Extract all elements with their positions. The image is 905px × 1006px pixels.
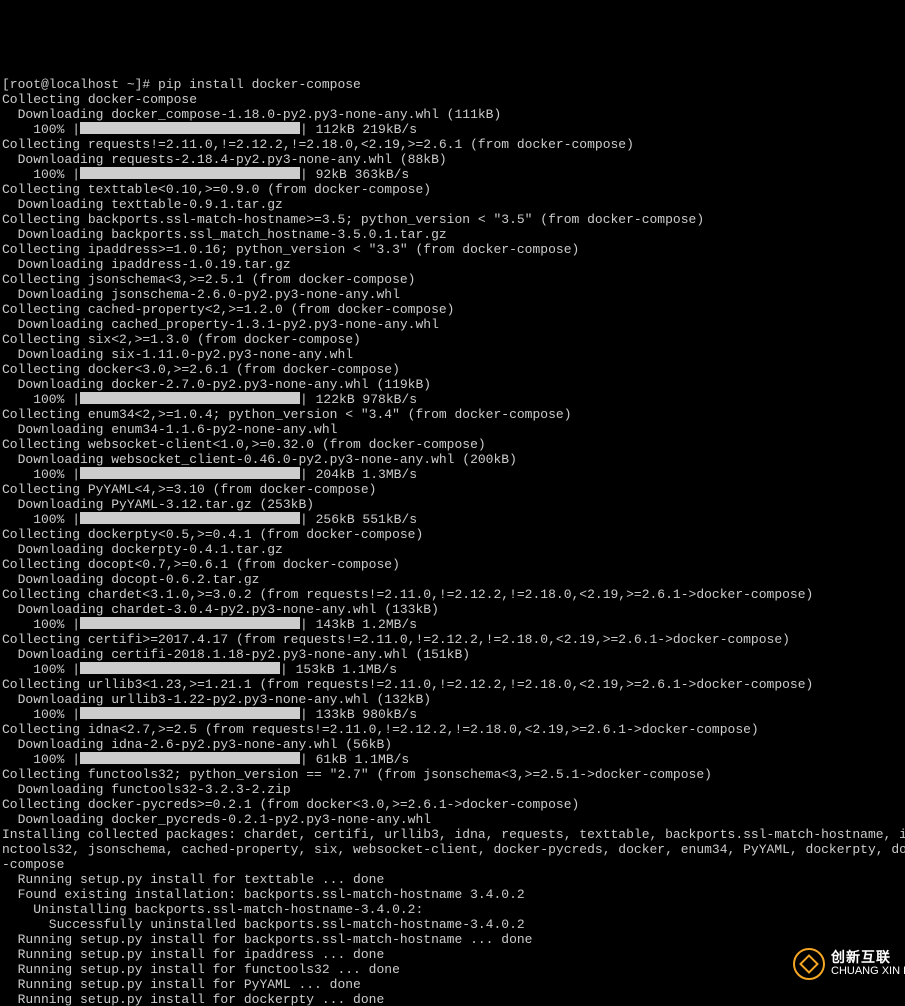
shell-prompt: [root@localhost ~]# pip install docker-c…	[2, 77, 361, 92]
progress-bar	[80, 707, 300, 719]
progress-bar	[80, 617, 300, 629]
progress-bar	[80, 662, 280, 674]
cxhl-logo-icon	[793, 948, 825, 980]
progress-bar	[80, 512, 300, 524]
progress-bar	[80, 752, 300, 764]
watermark-logo: 创新互联CHUANG XIN HU LIAN	[793, 949, 893, 979]
output-lines: Collecting docker-compose Downloading do…	[2, 92, 905, 1006]
progress-bar	[80, 467, 300, 479]
progress-bar	[80, 167, 300, 179]
terminal-output[interactable]: [root@localhost ~]# pip install docker-c…	[0, 75, 901, 1006]
progress-bar	[80, 122, 300, 134]
watermark-text: 创新互联CHUANG XIN HU LIAN	[831, 951, 905, 977]
progress-bar	[80, 392, 300, 404]
